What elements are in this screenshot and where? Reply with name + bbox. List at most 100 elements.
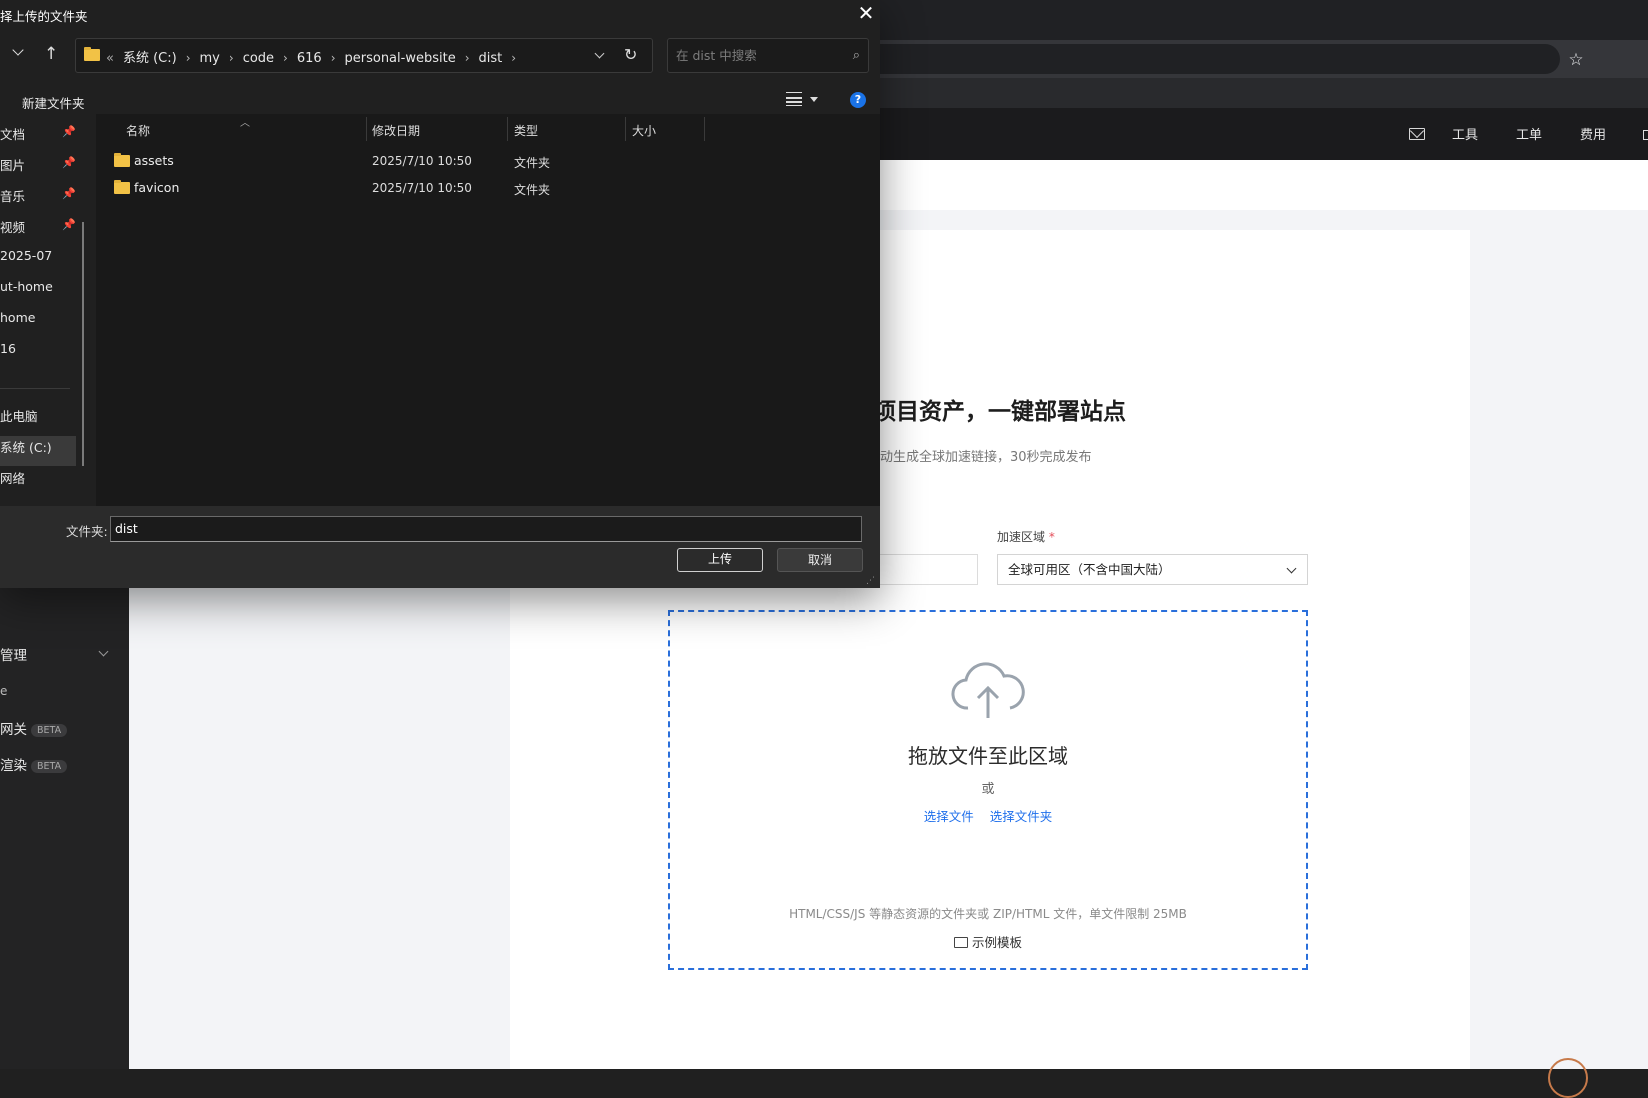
pin-icon: 📌 [62,156,76,169]
upload-button[interactable]: 上传 [677,548,763,572]
folder-icon [114,153,130,167]
region-select-value: 全球可用区（不含中国大陆） [1008,562,1171,577]
chevron-down-icon[interactable] [594,48,605,59]
folder-name-input[interactable]: dist [110,516,862,542]
pin-icon: 📌 [62,218,76,231]
column-divider[interactable] [704,117,705,141]
file-type: 文件夹 [514,183,551,197]
sidebar-divider [0,388,70,389]
nav-item[interactable]: e [0,684,7,698]
chevron-right-icon: › [283,51,288,65]
table-row[interactable]: assets 2025/7/10 10:50 文件夹 [110,150,810,172]
search-input[interactable]: 在 dist 中搜索 ⌕ [667,38,869,73]
nav-item-gateway[interactable]: 网关 BETA [0,718,68,738]
region-select[interactable]: 全球可用区（不含中国大陆） [997,554,1308,585]
view-options-icon[interactable] [786,92,802,106]
pin-icon: 📌 [62,187,76,200]
breadcrumb[interactable]: « 系统 (C:) › my › code › 616 › personal-website › di… [75,38,653,73]
chevron-right-icon: › [185,51,191,65]
breadcrumb-item[interactable]: 616 [297,51,322,66]
resize-grip-icon[interactable]: ⋰ [866,576,875,586]
chevron-right-icon: › [330,51,336,65]
column-divider[interactable] [366,117,367,141]
header-tools[interactable]: 工具 [1452,124,1478,143]
column-header-size[interactable]: 大小 [632,122,656,139]
column-divider[interactable] [507,117,508,141]
chevron-down-icon [1286,563,1297,574]
cancel-button[interactable]: 取消 [777,548,863,572]
search-icon: ⌕ [852,48,860,63]
sidebar-item-music[interactable]: 音乐 [0,186,25,205]
dropzone-links: 选择文件 选择文件夹 [668,806,1308,825]
sidebar-item-network[interactable]: 网络 [0,468,25,487]
help-icon[interactable]: ? [850,92,866,108]
column-header-date[interactable]: 修改日期 [372,122,420,139]
file-name: assets [134,153,174,168]
select-file-link[interactable]: 选择文件 [924,809,974,824]
sidebar-item-documents[interactable]: 文档 [0,124,25,143]
sidebar-item-c-drive[interactable]: 系统 (C:) [0,437,52,456]
mail-icon[interactable] [1409,128,1425,140]
breadcrumb-item[interactable]: 系统 (C:) [123,51,177,66]
dropzone-hint: HTML/CSS/JS 等静态资源的文件夹或 ZIP/HTML 文件，单文件限制… [789,907,1187,921]
folder-icon [84,47,100,61]
template-link[interactable]: 示例模板 [668,932,1308,951]
table-row[interactable]: favicon 2025/7/10 10:50 文件夹 [110,177,810,199]
header-more-icon[interactable] [1643,130,1648,140]
new-folder-button[interactable]: 新建文件夹 [22,93,85,112]
nav-section-title[interactable]: 管理 [0,644,27,664]
recent-locations-chevron-icon[interactable] [12,44,24,56]
breadcrumb-item[interactable]: personal-website [345,51,456,66]
up-arrow-icon[interactable]: ↑ [44,44,58,64]
dropzone-heading: 拖放文件至此区域 [908,744,1068,768]
column-header-name[interactable]: 名称 [126,122,150,139]
column-divider[interactable] [625,117,626,141]
sidebar-item[interactable]: 16 [0,341,16,356]
breadcrumb-item[interactable]: my [200,51,220,66]
cloud-upload-icon [951,662,1025,718]
folder-icon [114,180,130,194]
hero-subtitle: 动生成全球加速链接，30秒完成发布 [880,450,1092,465]
file-type: 文件夹 [514,156,551,170]
breadcrumb-item[interactable]: dist [479,51,503,66]
chevron-right-icon: › [228,51,234,65]
bookmark-star-icon[interactable]: ☆ [1566,50,1586,70]
beta-badge: BETA [31,759,68,773]
sidebar-item[interactable]: 2025-07 [0,248,52,263]
folder-field-label: 文件夹: [66,524,108,539]
avatar[interactable] [1548,1058,1588,1098]
chevron-right-icon: › [511,51,517,65]
sidebar-item-pictures[interactable]: 图片 [0,155,25,174]
file-date: 2025/7/10 10:50 [372,154,472,168]
file-date: 2025/7/10 10:50 [372,181,472,195]
refresh-icon[interactable]: ↻ [624,45,637,64]
folder-picker-dialog: 择上传的文件夹 ✕ ↑ « 系统 (C:) › my › code › 616 › persona… [0,0,880,588]
sidebar-item-videos[interactable]: 视频 [0,217,25,236]
nav-item-render[interactable]: 渲染 BETA [0,754,68,774]
breadcrumb-overflow[interactable]: « [106,51,114,66]
region-label: 加速区域 * [997,530,1055,544]
content-topbar [860,160,1648,210]
sidebar-scrollbar[interactable] [82,222,84,466]
file-list [96,114,880,506]
header-billing[interactable]: 费用 [1580,124,1606,143]
required-mark: * [1048,530,1055,544]
beta-badge: BETA [31,723,68,737]
folder-outline-icon [953,937,968,948]
dialog-title: 择上传的文件夹 [0,9,88,24]
hero-title: 项目资产，一键部署站点 [873,399,1126,425]
column-header-type[interactable]: 类型 [514,122,538,139]
header-tickets[interactable]: 工单 [1516,124,1542,143]
file-name: favicon [134,180,180,195]
caret-down-icon[interactable] [810,97,818,102]
sidebar-item[interactable]: home [0,310,35,325]
sidebar-item-this-pc[interactable]: 此电脑 [0,406,38,425]
sidebar-item[interactable]: ut-home [0,279,53,294]
select-folder-link[interactable]: 选择文件夹 [990,809,1053,824]
address-bar[interactable] [860,44,1560,74]
dropzone-or: 或 [981,782,995,797]
close-icon[interactable]: ✕ [854,2,878,26]
breadcrumb-item[interactable]: code [243,51,274,66]
chevron-right-icon: › [464,51,470,65]
sort-ascending-icon: ︿ [240,118,250,129]
